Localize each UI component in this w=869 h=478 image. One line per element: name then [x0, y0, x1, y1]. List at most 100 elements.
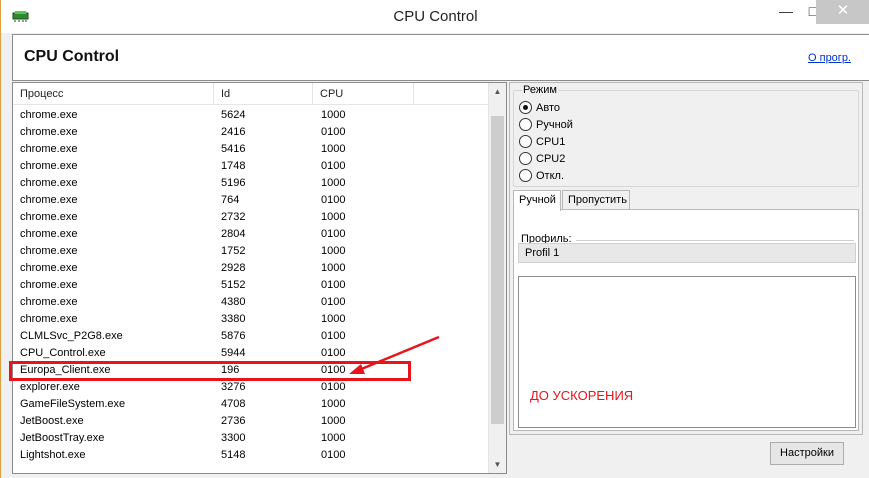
- table-row[interactable]: chrome.exe 4380 0100: [13, 294, 488, 311]
- process-name: JetBoostTray.exe: [20, 432, 105, 444]
- process-name: chrome.exe: [20, 279, 78, 291]
- column-header-process[interactable]: Процесс: [13, 83, 214, 105]
- radio-icon: [519, 118, 532, 131]
- about-link[interactable]: О прогр.: [808, 52, 851, 64]
- process-id: 5876: [221, 330, 246, 342]
- process-id: 1752: [221, 245, 246, 257]
- process-id: 3300: [221, 432, 246, 444]
- table-row[interactable]: chrome.exe 764 0100: [13, 192, 488, 209]
- process-name: GameFileSystem.exe: [20, 398, 126, 410]
- process-name: chrome.exe: [20, 109, 78, 121]
- process-id: 5944: [221, 347, 246, 359]
- process-name: chrome.exe: [20, 228, 78, 240]
- table-row[interactable]: Lightshot.exe 5148 0100: [13, 447, 488, 464]
- process-id: 5152: [221, 279, 246, 291]
- red-arrow-annotation: [349, 335, 440, 374]
- process-id: 3380: [221, 313, 246, 325]
- settings-panel: Режим Авто Ручной CPU1 CPU2 Откл. Ручной…: [509, 82, 863, 435]
- scroll-up-icon[interactable]: ▲: [489, 83, 506, 100]
- process-id: 2928: [221, 262, 246, 274]
- radio-label: CPU2: [536, 153, 566, 165]
- radio-label: Откл.: [536, 170, 565, 182]
- radio-selected-icon: [519, 101, 532, 114]
- process-id: 764: [221, 194, 240, 206]
- tab-skip[interactable]: Пропустить: [562, 190, 630, 210]
- profile-select[interactable]: Profil 1: [518, 243, 856, 263]
- process-id: 2736: [221, 415, 246, 427]
- vertical-scrollbar[interactable]: ▲ ▼: [488, 83, 506, 473]
- process-name: explorer.exe: [20, 381, 80, 393]
- process-name: CPU_Control.exe: [20, 347, 106, 359]
- title-bar[interactable]: CPU Control — □ ✕: [1, 0, 869, 33]
- process-cpu-mask: 1000: [321, 143, 346, 155]
- column-header-cpu[interactable]: CPU: [313, 83, 414, 105]
- table-row[interactable]: chrome.exe 5624 1000: [13, 107, 488, 124]
- process-rows: chrome.exe 5624 1000 chrome.exe 2416 0100 chro…: [13, 107, 488, 464]
- process-cpu-mask: 0100: [321, 296, 346, 308]
- process-id: 3276: [221, 381, 246, 393]
- page-title: CPU Control: [24, 48, 120, 65]
- process-cpu-mask: 0100: [321, 160, 346, 172]
- process-cpu-mask: 1000: [321, 211, 346, 223]
- process-id: 1748: [221, 160, 246, 172]
- process-cpu-mask: 0100: [321, 381, 346, 393]
- annotation-text: ДО УСКОРЕНИЯ: [530, 388, 634, 403]
- settings-button[interactable]: Настройки: [770, 442, 844, 465]
- table-row[interactable]: chrome.exe 2732 1000: [13, 209, 488, 226]
- process-id: 4708: [221, 398, 246, 410]
- table-row[interactable]: chrome.exe 5196 1000: [13, 175, 488, 192]
- process-cpu-mask: 0100: [321, 279, 346, 291]
- scroll-thumb[interactable]: [491, 116, 504, 424]
- process-cpu-mask: 1000: [321, 245, 346, 257]
- notes-area[interactable]: [518, 276, 856, 428]
- process-name: chrome.exe: [20, 160, 78, 172]
- column-header-id[interactable]: Id: [214, 83, 313, 105]
- process-name: JetBoost.exe: [20, 415, 84, 427]
- process-id: 5416: [221, 143, 246, 155]
- process-name: chrome.exe: [20, 143, 78, 155]
- table-row[interactable]: chrome.exe 1752 1000: [13, 243, 488, 260]
- table-row[interactable]: explorer.exe 3276 0100: [13, 379, 488, 396]
- table-row[interactable]: chrome.exe 5152 0100: [13, 277, 488, 294]
- process-id: 5624: [221, 109, 246, 121]
- radio-icon: [519, 135, 532, 148]
- header-panel: CPU Control О прогр.: [12, 34, 869, 81]
- radio-icon: [519, 169, 532, 182]
- minimize-button[interactable]: —: [771, 0, 801, 24]
- process-cpu-mask: 0100: [321, 126, 346, 138]
- tab-strip: Ручной Пропустить: [511, 190, 861, 211]
- table-row[interactable]: GameFileSystem.exe 4708 1000: [13, 396, 488, 413]
- process-cpu-mask: 0100: [321, 194, 346, 206]
- tab-manual[interactable]: Ручной: [513, 190, 561, 211]
- process-name: Lightshot.exe: [20, 449, 86, 461]
- window-title: CPU Control: [393, 8, 478, 25]
- table-row[interactable]: JetBoostTray.exe 3300 1000: [13, 430, 488, 447]
- table-row[interactable]: chrome.exe 2928 1000: [13, 260, 488, 277]
- table-row[interactable]: chrome.exe 2416 0100: [13, 124, 488, 141]
- process-id: 5148: [221, 449, 246, 461]
- table-row[interactable]: chrome.exe 2804 0100: [13, 226, 488, 243]
- profile-divider: [576, 240, 854, 241]
- radio-icon: [519, 152, 532, 165]
- table-row[interactable]: chrome.exe 1748 0100: [13, 158, 488, 175]
- process-cpu-mask: 1000: [321, 398, 346, 410]
- table-row[interactable]: chrome.exe 5416 1000: [13, 141, 488, 158]
- process-cpu-mask: 0100: [321, 228, 346, 240]
- process-name: CLMLSvc_P2G8.exe: [20, 330, 123, 342]
- process-list-header: Процесс Id CPU: [13, 83, 488, 105]
- process-name: chrome.exe: [20, 126, 78, 138]
- process-list[interactable]: Процесс Id CPU chrome.exe 5624 1000 chrome.…: [12, 82, 507, 474]
- mode-legend: Режим: [522, 84, 558, 96]
- radio-label: Авто: [536, 102, 560, 114]
- table-row[interactable]: chrome.exe 3380 1000: [13, 311, 488, 328]
- process-id: 5196: [221, 177, 246, 189]
- process-name: chrome.exe: [20, 245, 78, 257]
- process-id: 2732: [221, 211, 246, 223]
- close-button[interactable]: ✕: [816, 0, 869, 24]
- scroll-down-icon[interactable]: ▼: [489, 456, 506, 473]
- process-name: chrome.exe: [20, 262, 78, 274]
- radio-label: Ручной: [536, 119, 573, 131]
- radio-label: CPU1: [536, 136, 566, 148]
- table-row[interactable]: JetBoost.exe 2736 1000: [13, 413, 488, 430]
- process-cpu-mask: 1000: [321, 432, 346, 444]
